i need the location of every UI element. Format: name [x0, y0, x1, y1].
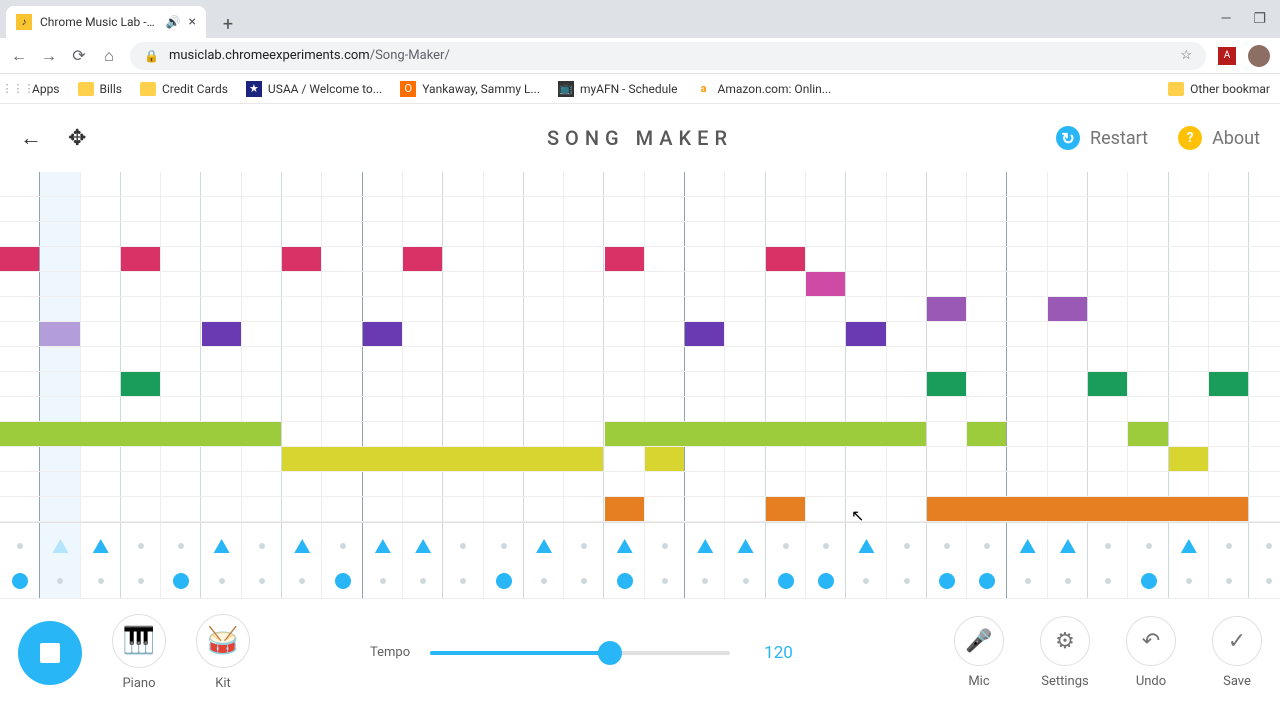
address-bar: ← → ⟳ ⌂ 🔒 musiclab.chromeexperiments.com… — [0, 38, 1280, 74]
percussion-instrument-button[interactable]: 🥁 Kit — [196, 614, 250, 691]
apps-bookmark[interactable]: ⋮⋮⋮Apps — [10, 81, 60, 97]
note-cell[interactable] — [282, 447, 603, 471]
percussion-circle[interactable] — [335, 573, 351, 589]
gear-icon: ⚙ — [1040, 616, 1090, 666]
tab-title: Chrome Music Lab - Song M — [40, 15, 158, 29]
bookmark-usaa[interactable]: ★USAA / Welcome to... — [246, 81, 382, 97]
piano-icon: 🎹 — [112, 614, 166, 668]
favicon: ♪ — [16, 14, 32, 30]
note-cell[interactable] — [685, 322, 724, 346]
window-controls: — ❐ — [1221, 11, 1280, 27]
note-cell[interactable] — [1048, 297, 1087, 321]
fullscreen-icon[interactable]: ✥ — [68, 126, 86, 151]
note-cell[interactable] — [0, 247, 39, 271]
note-cell[interactable] — [1169, 447, 1208, 471]
stop-icon — [40, 643, 60, 663]
percussion-circle[interactable] — [778, 573, 794, 589]
lock-icon: 🔒 — [144, 49, 159, 63]
bookmarks-bar: ⋮⋮⋮Apps Bills Credit Cards ★USAA / Welco… — [0, 74, 1280, 104]
new-tab-button[interactable]: + — [214, 10, 242, 38]
note-cell[interactable] — [846, 322, 885, 346]
pdf-extension-icon[interactable]: A — [1218, 47, 1236, 65]
note-cell[interactable] — [605, 422, 926, 446]
back-icon[interactable]: ← — [10, 46, 28, 66]
tempo-slider[interactable] — [430, 651, 730, 655]
note-cell[interactable] — [282, 247, 321, 271]
note-cell[interactable] — [766, 247, 805, 271]
undo-button[interactable]: ↶Undo — [1126, 616, 1176, 689]
note-cell[interactable] — [605, 497, 644, 521]
save-button[interactable]: ✓Save — [1212, 616, 1262, 689]
play-stop-button[interactable] — [18, 621, 82, 685]
percussion-circle[interactable] — [496, 573, 512, 589]
check-icon: ✓ — [1212, 616, 1262, 666]
bookmark-star-icon[interactable]: ☆ — [1180, 48, 1192, 63]
about-button[interactable]: ? About — [1178, 126, 1260, 150]
note-cell[interactable] — [967, 422, 1006, 446]
drum-icon: 🥁 — [196, 614, 250, 668]
forward-icon[interactable]: → — [40, 46, 58, 66]
note-cell[interactable] — [403, 247, 442, 271]
close-tab-icon[interactable]: × — [189, 14, 196, 30]
maximize-icon[interactable]: ❐ — [1253, 11, 1266, 27]
note-cell[interactable] — [202, 322, 241, 346]
home-icon[interactable]: ⌂ — [100, 46, 118, 66]
note-cell[interactable] — [766, 497, 805, 521]
note-cell[interactable] — [1128, 422, 1167, 446]
bookmark-bills[interactable]: Bills — [78, 82, 122, 96]
undo-icon: ↶ — [1126, 616, 1176, 666]
note-cell[interactable] — [0, 422, 281, 446]
tempo-label: Tempo — [370, 645, 410, 660]
back-arrow-icon[interactable]: ← — [20, 125, 42, 151]
mic-icon: 🎤 — [954, 616, 1004, 666]
page-title: SONG MAKER — [547, 126, 733, 150]
browser-tabs-bar: ♪ Chrome Music Lab - Song M 🔊 × + — ❐ — [0, 0, 1280, 38]
note-cell[interactable] — [645, 447, 684, 471]
bookmark-amazon[interactable]: aAmazon.com: Onlin... — [696, 81, 832, 97]
profile-avatar[interactable] — [1248, 45, 1270, 67]
other-bookmarks[interactable]: Other bookmar — [1168, 82, 1270, 96]
note-cell[interactable] — [806, 272, 845, 296]
note-cell[interactable] — [605, 247, 644, 271]
footer-controls: 🎹 Piano 🥁 Kit Tempo 120 🎤Mic ⚙Settings ↶… — [0, 598, 1280, 706]
minimize-icon[interactable]: — — [1221, 11, 1232, 27]
bookmark-credit-cards[interactable]: Credit Cards — [140, 82, 228, 96]
percussion-circle[interactable] — [617, 573, 633, 589]
percussion-circle[interactable] — [1141, 573, 1157, 589]
note-cell[interactable] — [40, 322, 79, 346]
note-cell[interactable] — [121, 372, 160, 396]
mic-button[interactable]: 🎤Mic — [954, 616, 1004, 689]
tempo-value: 120 — [764, 643, 793, 663]
help-icon: ? — [1178, 126, 1202, 150]
browser-tab[interactable]: ♪ Chrome Music Lab - Song M 🔊 × — [6, 6, 206, 38]
melody-instrument-button[interactable]: 🎹 Piano — [112, 614, 166, 691]
restart-icon: ↻ — [1056, 126, 1080, 150]
note-cell[interactable] — [1209, 372, 1248, 396]
note-cell[interactable] — [121, 247, 160, 271]
note-cell[interactable] — [1088, 372, 1127, 396]
settings-button[interactable]: ⚙Settings — [1040, 616, 1090, 689]
note-cell[interactable] — [927, 372, 966, 396]
url-input[interactable]: 🔒 musiclab.chromeexperiments.com/Song-Ma… — [130, 42, 1206, 70]
song-grid[interactable]: ↖ — [0, 172, 1280, 598]
bookmark-yankaway[interactable]: OYankaway, Sammy L... — [400, 81, 540, 97]
bookmark-myafn[interactable]: 📺myAFN - Schedule — [558, 81, 678, 97]
audio-icon[interactable]: 🔊 — [166, 15, 181, 29]
note-cell[interactable] — [927, 297, 966, 321]
note-cell[interactable] — [927, 497, 1248, 521]
note-cell[interactable] — [363, 322, 402, 346]
app-header: ← ✥ SONG MAKER ↻ Restart ? About — [0, 104, 1280, 172]
percussion-circle[interactable] — [939, 573, 955, 589]
reload-icon[interactable]: ⟳ — [70, 46, 88, 65]
restart-button[interactable]: ↻ Restart — [1056, 126, 1148, 150]
